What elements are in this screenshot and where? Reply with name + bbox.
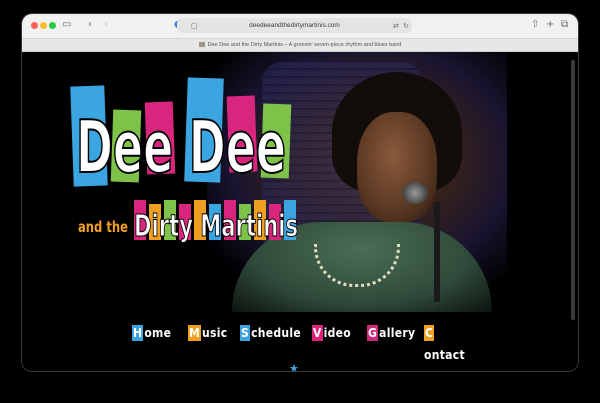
band-logo[interactable]: Dee Dee and the Dirty Martinis: [70, 72, 320, 257]
tab-active[interactable]: Dee Dee and the Dirty Martinis – A groov…: [22, 39, 578, 51]
web-content: Dee Dee and the Dirty Martinis Home Music…: [22, 52, 578, 371]
nav-link-video[interactable]: Video: [312, 322, 351, 344]
nav-link-contact[interactable]: Contact: [424, 322, 472, 362]
singer-face: [357, 112, 437, 222]
browser-window: ▭ ‹ › ◐ ▢ deedeeandthedirtymartinis.com …: [22, 14, 578, 371]
microphone-icon: [402, 182, 428, 204]
url-text: deedeeandthedirtymartinis.com: [249, 22, 340, 29]
scrollbar[interactable]: [571, 60, 575, 320]
star-icon: ★: [289, 362, 299, 372]
reload-icon[interactable]: ↻: [403, 19, 409, 33]
favicon-icon: [198, 42, 205, 47]
nav-link-gallery[interactable]: Gallery: [367, 322, 415, 344]
minimize-window-button[interactable]: [40, 22, 47, 29]
close-window-button[interactable]: [31, 22, 38, 29]
main-nav: Home Music Schedule Video Gallery Contact: [132, 322, 472, 362]
browser-toolbar: ▭ ‹ › ◐ ▢ deedeeandthedirtymartinis.com …: [22, 14, 578, 39]
nav-link-music[interactable]: Music: [188, 322, 227, 344]
zoom-window-button[interactable]: [49, 22, 56, 29]
logo-prefix: and the: [78, 218, 128, 236]
address-bar[interactable]: ▢ deedeeandthedirtymartinis.com ⇄ ↻: [177, 18, 412, 33]
nav-link-schedule[interactable]: Schedule: [240, 322, 301, 344]
logo-title: Dee Dee: [76, 105, 286, 189]
tabs-overview-icon[interactable]: ⧉: [561, 18, 568, 32]
tab-title: Dee Dee and the Dirty Martinis – A groov…: [207, 42, 402, 48]
sidebar-icon[interactable]: ▭: [62, 18, 71, 32]
tab-bar: Dee Dee and the Dirty Martinis – A groov…: [22, 39, 578, 52]
share-icon[interactable]: ⇧: [531, 18, 539, 32]
back-icon[interactable]: ‹: [88, 18, 92, 32]
nav-link-home[interactable]: Home: [132, 322, 171, 344]
new-tab-icon[interactable]: +: [546, 18, 554, 32]
microphone-stand: [434, 202, 440, 302]
forward-icon[interactable]: ›: [104, 18, 108, 32]
translate-icon[interactable]: ⇄: [393, 19, 399, 33]
logo-subtitle: Dirty Martinis: [134, 209, 298, 244]
